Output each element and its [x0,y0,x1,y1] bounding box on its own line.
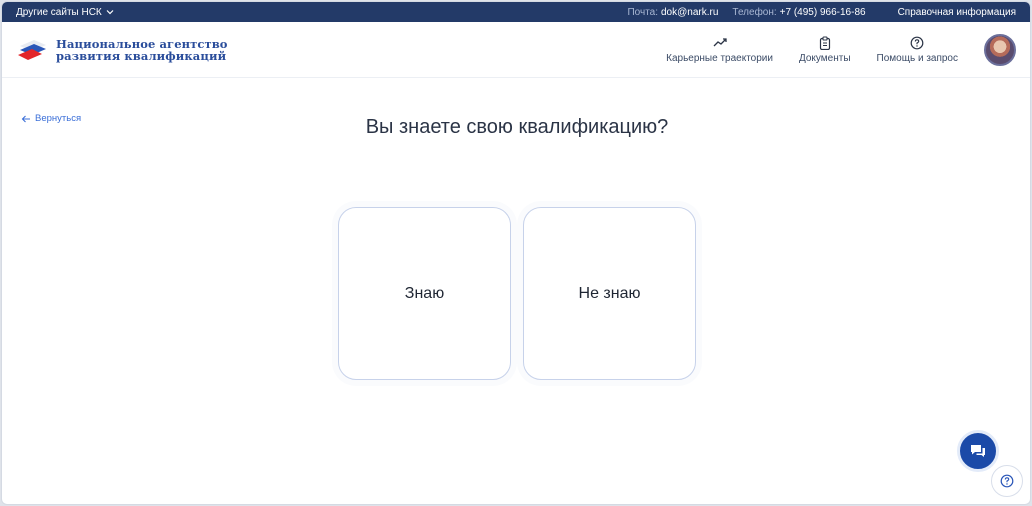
trending-up-icon [713,37,727,46]
question-circle-icon [910,36,924,49]
help-floating-button[interactable] [991,465,1023,497]
option-know-card[interactable]: Знаю [338,207,511,380]
header: Национальное агентство развития квалифик… [2,22,1030,78]
option-dont-know-label: Не знаю [578,284,641,302]
nav-help-request[interactable]: Помощь и запрос [877,36,958,64]
question-circle-icon [1000,474,1014,488]
reference-info-link[interactable]: Справочная информация [898,7,1016,18]
email-contact[interactable]: Почта: dok@nark.ru [627,7,718,18]
logo[interactable]: Национальное агентство развития квалифик… [16,36,228,64]
chevron-down-icon [106,10,114,15]
user-avatar[interactable] [984,33,1016,66]
nav-help-label: Помощь и запрос [876,52,958,64]
email-label: Почта: [627,6,658,18]
nav-documents-label: Документы [798,52,851,64]
nav-documents[interactable]: Документы [798,35,851,64]
chat-button[interactable] [957,430,999,472]
logo-line-1: Национальное агентство [56,36,228,51]
top-bar: Другие сайты НСК Почта: dok@nark.ru Теле… [2,2,1030,22]
logo-line-2: развития квалификаций [56,48,227,63]
nav-career-trajectories[interactable]: Карьерные траектории [666,36,773,64]
app-window: Другие сайты НСК Почта: dok@nark.ru Теле… [1,1,1031,505]
email-value[interactable]: dok@nark.ru [661,7,718,18]
other-sites-dropdown[interactable]: Другие сайты НСК [16,7,114,18]
page-title: Вы знаете свою квалификацию? [365,116,669,138]
logo-mark-icon [18,39,46,60]
clipboard-icon [819,35,830,50]
phone-contact[interactable]: Телефон: +7 (495) 966-16-86 [732,7,865,18]
phone-value[interactable]: +7 (495) 966-16-86 [780,7,866,18]
option-dont-know-card[interactable]: Не знаю [523,207,696,380]
other-sites-label: Другие сайты НСК [16,6,102,18]
chat-icon [971,445,985,457]
phone-label: Телефон: [732,6,777,18]
nav-career-label: Карьерные траектории [666,52,773,64]
option-know-label: Знаю [404,284,445,302]
